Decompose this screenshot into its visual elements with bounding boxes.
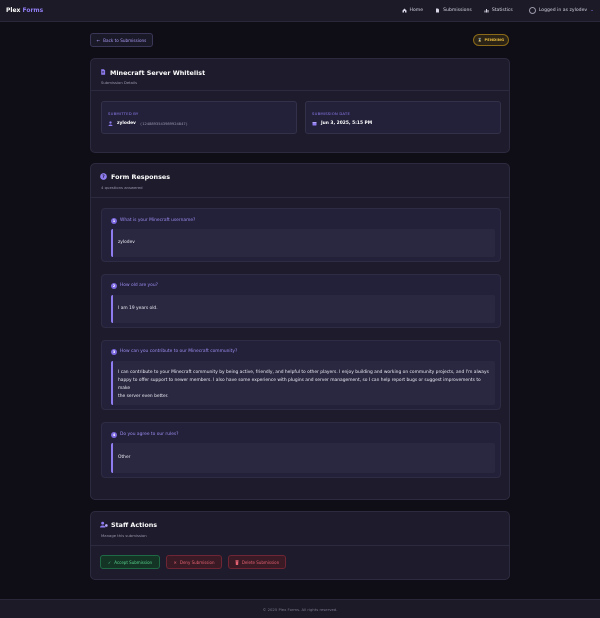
question-number: 3: [111, 349, 117, 355]
responses-subtitle: 4 questions answered: [101, 185, 143, 190]
nav-statistics[interactable]: Statistics: [484, 8, 513, 13]
staff-actions-title: Staff Actions: [111, 521, 158, 529]
nav-home[interactable]: Home: [402, 8, 423, 13]
card-subtitle: Submission Details: [101, 80, 138, 85]
question-text: How can you contribute to our Minecraft …: [120, 349, 238, 354]
question-card: 4 Do you agree to our rules? Other: [101, 422, 501, 478]
delete-submission-button[interactable]: Delete Submission: [228, 555, 286, 569]
avatar: [528, 7, 536, 14]
status-badge: ⌛ PENDING: [473, 34, 509, 46]
document-icon: [101, 69, 106, 75]
submission-details-card: Minecraft Server Whitelist Submission De…: [90, 58, 510, 153]
user-icon: [108, 121, 113, 126]
question-card: 2 How old are you? I am 19 years old.: [101, 274, 501, 328]
back-to-submissions-button[interactable]: ← Back to Submissions: [90, 33, 153, 47]
card-header: ? Form Responses 4 questions answered: [91, 164, 509, 198]
submitter-name: zylodev: [117, 121, 136, 126]
staff-actions-card: Staff Actions Manage this submission: [90, 511, 510, 580]
trash-icon: [235, 559, 239, 565]
question-text: What is your Minecraft username?: [120, 218, 196, 223]
responses-title: Form Responses: [111, 173, 171, 181]
answer-box: Other: [111, 443, 495, 473]
answer-box: I can contribute to your Minecraft commu…: [111, 361, 495, 405]
user-menu[interactable]: Logged in as zylodev ⌄: [528, 7, 594, 14]
card-header: Minecraft Server Whitelist Submission De…: [91, 59, 509, 91]
chevron-down-icon: ⌄: [590, 8, 594, 13]
question-card: 3 How can you contribute to our Minecraf…: [101, 340, 501, 410]
hourglass-icon: ⌛: [477, 38, 483, 42]
deny-submission-button[interactable]: ✕ Deny Submission: [166, 555, 222, 569]
chart-icon: [484, 9, 489, 13]
question-number: 1: [111, 218, 117, 224]
question-circle-icon: ?: [100, 173, 107, 180]
question-text: Do you agree to our rules?: [120, 432, 179, 437]
accept-submission-button[interactable]: ✓ Accept Submission: [100, 555, 160, 569]
submission-date-box: SUBMISSION DATE Jun 3, 2025, 5:15 PM: [305, 101, 501, 134]
question-number: 2: [111, 283, 117, 289]
submission-date: Jun 3, 2025, 5:15 PM: [321, 121, 373, 126]
question-number: 4: [111, 432, 117, 438]
answer-box: I am 19 years old.: [111, 295, 495, 323]
top-navbar: Plex Forms Home Submissions Statistics L…: [0, 0, 600, 22]
question-text: How old are you?: [120, 283, 158, 288]
question-card: 1 What is your Minecraft username? zylod…: [101, 208, 501, 262]
arrow-left-icon: ←: [96, 37, 101, 43]
nav-submissions[interactable]: Submissions: [435, 8, 472, 13]
form-responses-card: ? Form Responses 4 questions answered 1 …: [90, 163, 510, 500]
users-cog-icon: [100, 521, 108, 528]
footer-text: © 2025 Plex Forms. All rights reserved.: [262, 606, 338, 612]
document-icon: [436, 8, 440, 13]
svg-text:?: ?: [102, 174, 105, 180]
submitted-by-box: SUBMITTED BY zylodev (124889354398992484…: [101, 101, 297, 134]
staff-actions-subtitle: Manage this submission: [101, 533, 147, 538]
page-title: Minecraft Server Whitelist: [110, 69, 206, 77]
submitter-id: (1248893543989924847): [139, 121, 188, 126]
card-header: Staff Actions Manage this submission: [91, 512, 509, 546]
nav-links: Home Submissions Statistics Logged in as…: [402, 7, 594, 14]
close-icon: ✕: [173, 559, 177, 565]
calendar-icon: [312, 122, 317, 126]
check-icon: ✓: [107, 559, 112, 565]
home-icon: [402, 8, 407, 13]
brand-logo[interactable]: Plex Forms: [6, 7, 43, 14]
footer: © 2025 Plex Forms. All rights reserved.: [0, 599, 600, 618]
answer-box: zylodev: [111, 229, 495, 257]
